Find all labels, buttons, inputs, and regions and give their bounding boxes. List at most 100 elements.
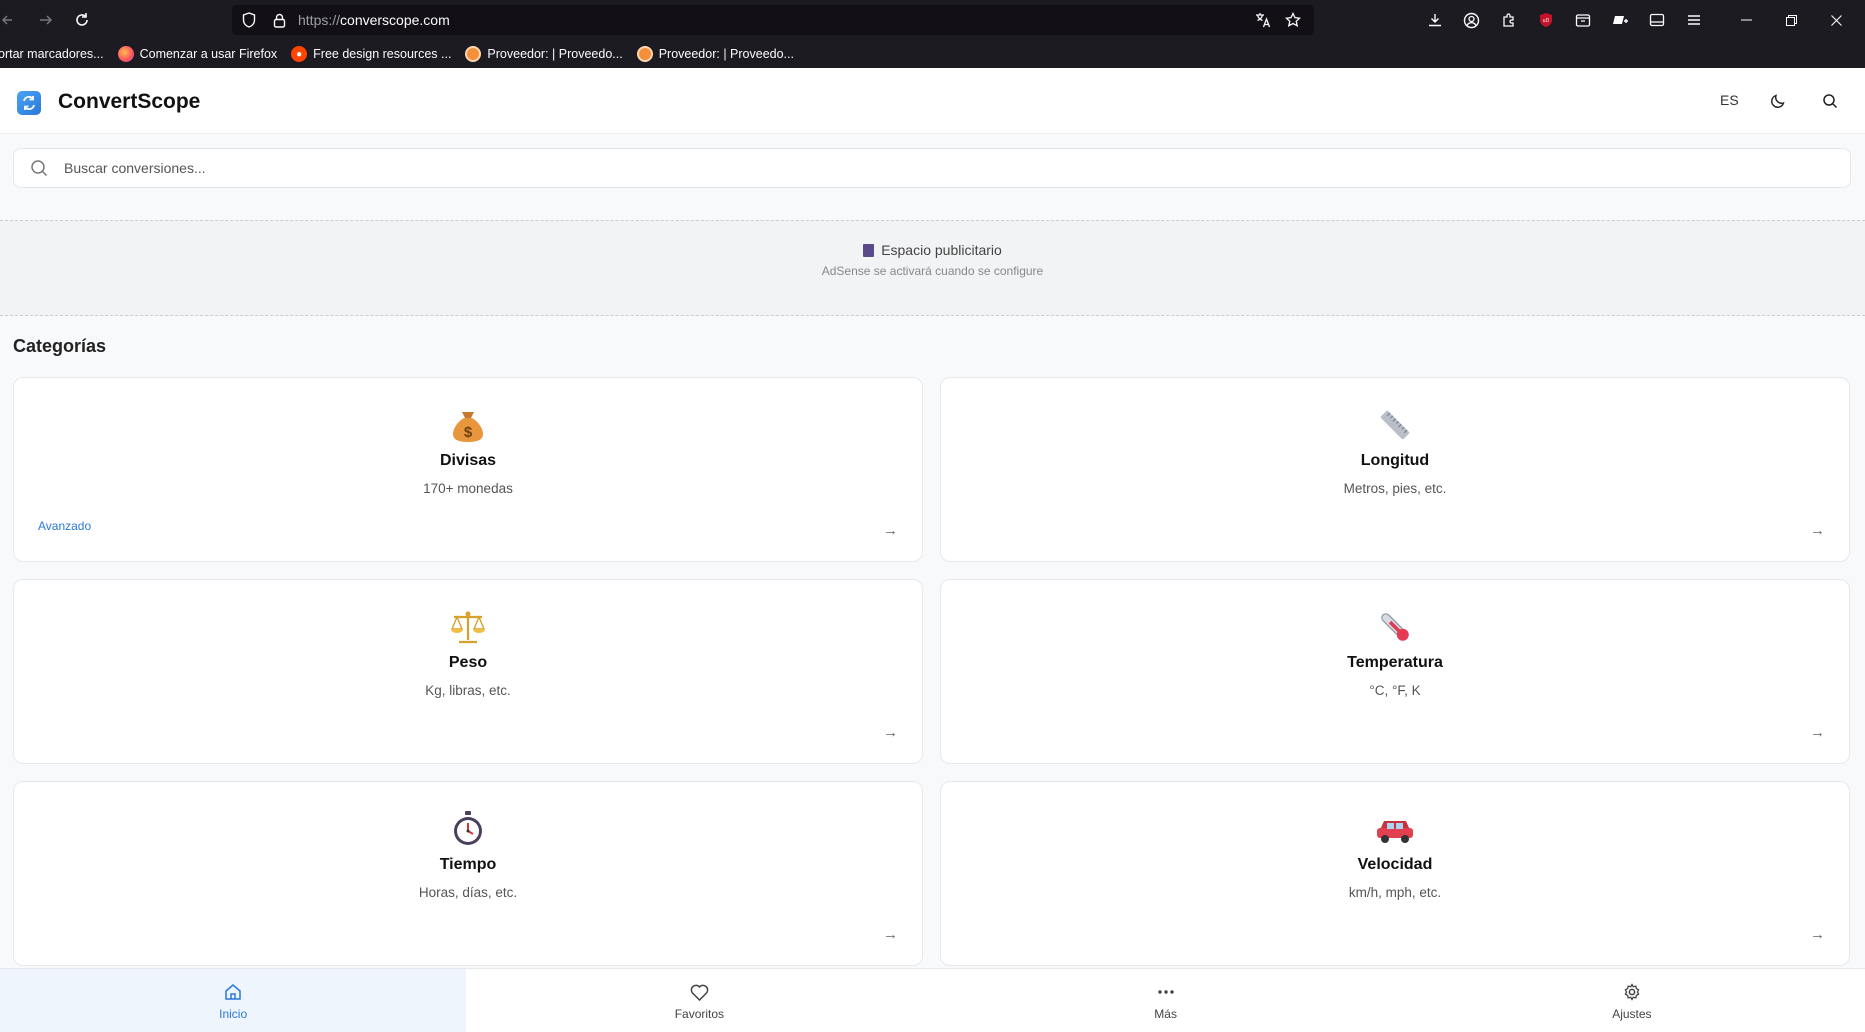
sidebar-icon[interactable] [1638, 0, 1675, 40]
card-title: Divisas [439, 452, 497, 469]
bookmark-star-icon[interactable] [1278, 5, 1308, 35]
url-scheme: https:// [298, 12, 341, 28]
url-text[interactable]: https://converscope.com [298, 12, 1248, 28]
ad-title-text: Espacio publicitario [881, 242, 1002, 258]
lock-icon[interactable] [264, 5, 294, 35]
ad-subtitle: AdSense se activará cuando se configure [821, 264, 1044, 278]
svg-text:$: $ [464, 424, 473, 441]
arrow-right-icon: → [883, 724, 898, 741]
back-button[interactable] [0, 0, 14, 40]
card-title: Peso [448, 654, 488, 671]
search-icon [14, 159, 64, 177]
thermometer-icon [941, 606, 1849, 648]
category-card-peso[interactable]: Peso Kg, libras, etc. → [13, 579, 923, 764]
nav-item-favoritos[interactable]: Favoritos [466, 969, 932, 1032]
bookmark-item[interactable]: ● Free design resources ... [291, 46, 451, 62]
search-box[interactable] [13, 148, 1851, 188]
ruler-icon [941, 404, 1849, 446]
bookmark-item[interactable]: ortar marcadores... [0, 47, 104, 61]
logo-icon[interactable] [17, 91, 41, 115]
restore-icon [1786, 14, 1797, 26]
arrow-right-icon: → [1810, 926, 1825, 943]
ad-title: Espacio publicitario [0, 242, 1865, 258]
tracking-protection-icon[interactable] [234, 5, 264, 35]
nav-label: Ajustes [1612, 1007, 1652, 1021]
arrow-left-icon [1, 15, 12, 25]
category-card-longitud[interactable]: Longitud Metros, pies, etc. → [940, 377, 1850, 562]
category-card-velocidad[interactable]: Velocidad km/h, mph, etc. → [940, 781, 1850, 966]
nav-item-mas[interactable]: Más [933, 969, 1399, 1032]
category-card-divisas[interactable]: $ Divisas 170+ monedas Avanzado → [13, 377, 923, 562]
account-icon[interactable] [1453, 0, 1490, 40]
gear-icon [1623, 981, 1641, 1003]
bookmark-item[interactable]: Comenzar a usar Firefox [117, 46, 278, 62]
arrow-right-icon: → [883, 926, 898, 943]
search-icon [1823, 94, 1838, 109]
category-card-temperatura[interactable]: Temperatura °C, °F, K → [940, 579, 1850, 764]
firefox-icon [117, 46, 134, 62]
card-title: Temperatura [1347, 654, 1443, 671]
ledger-icon [863, 243, 875, 257]
container-icon[interactable] [1564, 0, 1601, 40]
card-subtitle: Metros, pies, etc. [1343, 481, 1447, 496]
toolbar-right: uD [1416, 0, 1865, 40]
url-host: converscope.com [340, 12, 450, 28]
brand-name[interactable]: ConvertScope [58, 90, 200, 114]
arrow-right-icon: → [1810, 724, 1825, 741]
ad-slot: Espacio publicitario AdSense se activará… [0, 220, 1865, 316]
nav-label: Inicio [219, 1007, 248, 1021]
search-input[interactable] [64, 160, 1850, 176]
reload-button[interactable] [64, 0, 100, 40]
svg-text:uD: uD [1542, 18, 1549, 24]
card-subtitle: °C, °F, K [1369, 683, 1421, 698]
address-bar[interactable]: https://converscope.com [232, 5, 1314, 35]
close-button[interactable] [1814, 0, 1859, 40]
bookmarks-bar: ortar marcadores... Comenzar a usar Fire… [0, 40, 1865, 68]
reddit-icon: ● [291, 46, 308, 62]
card-subtitle: 170+ monedas [423, 481, 513, 496]
bookmark-label: ortar marcadores... [0, 47, 104, 61]
ublock-icon[interactable]: uD [1527, 0, 1564, 40]
bookmark-item[interactable]: Proveedor: | Proveedo... [636, 46, 794, 62]
category-card-tiempo[interactable]: Tiempo Horas, días, etc. → [13, 781, 923, 966]
downloads-icon[interactable] [1416, 0, 1453, 40]
money-bag-icon: $ [14, 404, 922, 446]
translate-icon[interactable] [1248, 5, 1278, 35]
dark-mode-toggle[interactable] [1766, 89, 1790, 113]
scale-icon [14, 606, 922, 648]
nav-item-inicio[interactable]: Inicio [0, 969, 467, 1032]
card-title: Longitud [1360, 452, 1430, 469]
categories-heading: Categorías [13, 336, 107, 356]
nav-label: Más [1154, 1007, 1177, 1021]
tab-share-icon[interactable] [1601, 0, 1638, 40]
bookmark-label: Free design resources ... [313, 47, 452, 61]
menu-icon[interactable] [1675, 0, 1712, 40]
restore-button[interactable] [1769, 0, 1814, 40]
close-icon [1831, 14, 1842, 26]
nav-item-ajustes[interactable]: Ajustes [1399, 969, 1865, 1032]
arrow-right-icon [40, 15, 53, 25]
reload-icon [76, 13, 88, 26]
advanced-link[interactable]: Avanzado [38, 519, 91, 533]
nav-label: Favoritos [674, 1007, 725, 1021]
extensions-icon[interactable] [1490, 0, 1527, 40]
language-toggle[interactable]: ES [1720, 92, 1739, 108]
moon-icon [1771, 94, 1785, 108]
card-subtitle: km/h, mph, etc. [1348, 885, 1442, 900]
arrow-right-icon: → [1810, 522, 1825, 539]
bookmark-label: Comenzar a usar Firefox [139, 47, 278, 61]
app-header: ConvertScope ES [0, 68, 1865, 134]
bookmark-label: Proveedor: | Proveedo... [487, 47, 623, 61]
forward-button[interactable] [28, 0, 64, 40]
home-icon [224, 981, 242, 1003]
bookmark-label: Proveedor: | Proveedo... [658, 47, 794, 61]
minimize-button[interactable] [1724, 0, 1769, 40]
card-title: Velocidad [1357, 856, 1433, 873]
minimize-icon [1741, 19, 1752, 21]
proveedor-icon [465, 46, 482, 62]
bottom-nav: Inicio Favoritos Más Ajustes [0, 968, 1865, 1032]
bookmark-item[interactable]: Proveedor: | Proveedo... [465, 46, 623, 62]
header-search-button[interactable] [1818, 89, 1842, 113]
stopwatch-icon [14, 808, 922, 850]
arrow-right-icon: → [883, 522, 898, 539]
